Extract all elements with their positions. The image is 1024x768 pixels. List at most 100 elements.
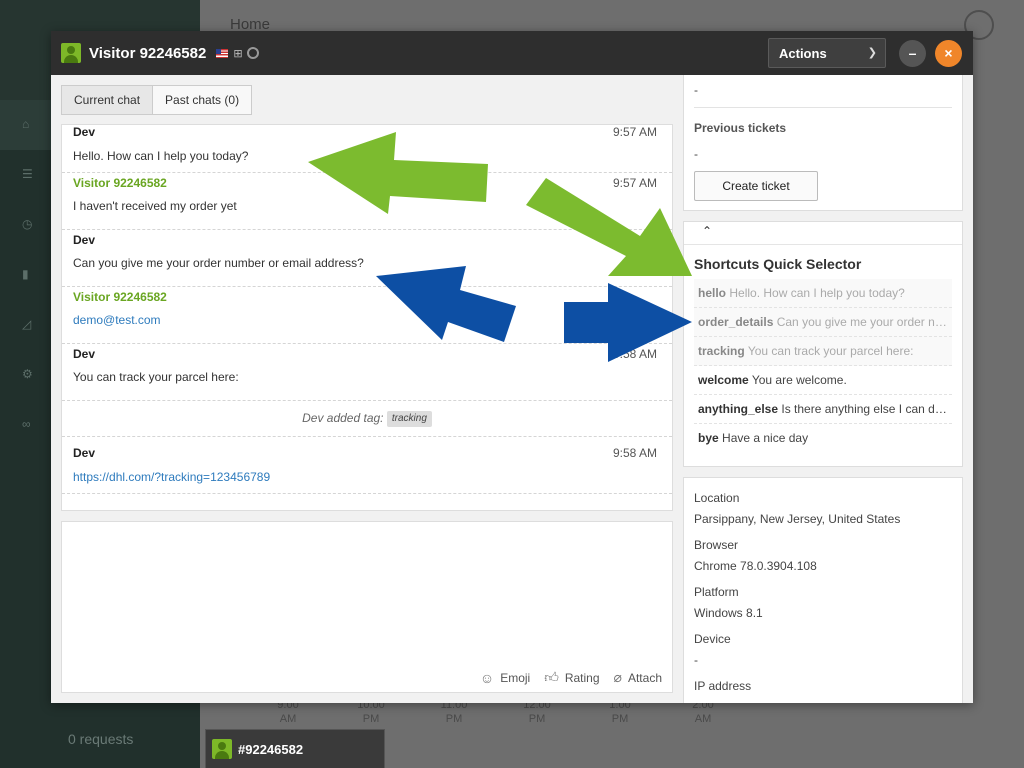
- device-value: -: [694, 653, 698, 667]
- actions-label: Actions: [779, 45, 827, 61]
- shortcut-item-anything-else[interactable]: anything_else Is there anything else I c…: [694, 395, 952, 424]
- message-time: 9:58 AM: [612, 347, 657, 361]
- us-flag-icon: [216, 48, 229, 58]
- message-list: Dev 9:57 AM Hello. How can I help you to…: [61, 124, 673, 511]
- message-item: Dev 9:58 AM https://dhl.com/?tracking=12…: [62, 437, 672, 494]
- shortcut-key: bye: [698, 431, 719, 445]
- bar-chart-icon: ▮: [22, 267, 29, 281]
- create-ticket-button[interactable]: Create ticket: [694, 171, 818, 201]
- ticket-value: -: [694, 83, 698, 97]
- previous-tickets-value: -: [694, 147, 698, 161]
- system-message: Dev added tag: tracking: [62, 401, 672, 437]
- location-label: Location: [694, 491, 740, 505]
- chat-window: Visitor 92246582 ⊞ Actions ❯ – × Current…: [51, 31, 973, 703]
- shortcut-item-order-details[interactable]: order_details Can you give me your order…: [694, 308, 952, 337]
- shortcut-text: You can track your parcel here:: [747, 344, 914, 358]
- ip-address-label: IP address: [694, 679, 752, 693]
- browser-label: Browser: [694, 538, 739, 552]
- chevron-down-icon: ❯: [867, 47, 877, 59]
- browser-icon: [246, 47, 259, 59]
- divider: [684, 244, 962, 245]
- shortcut-item-welcome[interactable]: welcome You are welcome.: [694, 366, 952, 395]
- minimize-button[interactable]: –: [899, 40, 926, 67]
- shortcuts-title: Shortcuts Quick Selector: [694, 256, 862, 272]
- system-message-text: Dev added tag:: [302, 411, 384, 425]
- emoji-label: Emoji: [500, 670, 531, 685]
- emoji-icon: ☺: [479, 669, 495, 686]
- message-item: Dev 9:57 AM Hello. How can I help you to…: [62, 125, 672, 173]
- shortcut-key: hello: [698, 286, 727, 300]
- message-author: Visitor 92246582: [73, 176, 167, 190]
- attach-button[interactable]: ⌀ Attach: [614, 669, 662, 686]
- gear-icon: ⚙: [22, 367, 33, 381]
- message-item: Dev 9:58 AM You can track your parcel he…: [62, 344, 672, 401]
- message-item: Visitor 92246582 demo@test.com: [62, 287, 672, 344]
- message-email-link[interactable]: demo@test.com: [73, 313, 161, 327]
- message-time: 9:57 AM: [612, 176, 657, 190]
- shortcut-key: welcome: [698, 373, 749, 387]
- users-icon: ☰: [22, 167, 33, 181]
- collapse-chevron-icon[interactable]: ⌃: [702, 224, 712, 238]
- composer-toolbar: ☺ Emoji 👍︎ Rating ⌀ Attach: [480, 669, 662, 686]
- shortcut-text: Have a nice day: [722, 431, 809, 445]
- shortcut-item-hello[interactable]: hello Hello. How can I help you today?: [694, 279, 952, 308]
- chat-window-title: Visitor 92246582: [89, 44, 207, 62]
- thumbs-up-icon: 👍︎: [544, 669, 559, 685]
- shortcut-text: You are welcome.: [751, 373, 847, 387]
- minimized-chat-tab[interactable]: #92246582: [205, 729, 385, 768]
- emoji-button[interactable]: ☺ Emoji: [480, 670, 530, 686]
- rating-label: Rating: [564, 670, 600, 685]
- requests-count: 0 requests: [68, 731, 134, 747]
- message-item: Visitor 92246582 9:57 AM I haven't recei…: [62, 173, 672, 230]
- message-author: Dev: [73, 446, 96, 460]
- tickets-panel: - Previous tickets - Create ticket: [683, 75, 963, 211]
- link-icon: ∞: [22, 417, 31, 431]
- actions-dropdown[interactable]: Actions ❯: [768, 38, 886, 68]
- close-button[interactable]: ×: [935, 40, 962, 67]
- shortcut-text: Hello. How can I help you today?: [729, 286, 905, 300]
- chat-window-header: Visitor 92246582 ⊞ Actions ❯ – ×: [51, 31, 973, 75]
- visitor-info-panel: Location Parsippany, New Jersey, United …: [683, 477, 963, 703]
- paperclip-icon: ⌀: [613, 669, 622, 685]
- shortcut-key: anything_else: [698, 402, 779, 416]
- line-chart-icon: ◿: [22, 317, 32, 331]
- visitor-avatar-icon: [61, 43, 81, 63]
- message-author: Dev: [73, 347, 96, 361]
- windows-icon: ⊞: [233, 47, 243, 60]
- visitor-avatar-icon: [212, 739, 232, 759]
- tab-current-chat[interactable]: Current chat: [61, 85, 154, 115]
- message-time: 9:57 AM: [612, 125, 657, 139]
- message-item: Dev Can you give me your order number or…: [62, 230, 672, 287]
- previous-tickets-label: Previous tickets: [694, 121, 787, 135]
- message-author: Visitor 92246582: [73, 290, 167, 304]
- chat-tab-label: #92246582: [238, 741, 304, 757]
- tab-past-chats[interactable]: Past chats (0): [153, 85, 253, 115]
- message-time: 9:58 AM: [612, 446, 657, 460]
- shortcuts-list: hello Hello. How can I help you today? o…: [694, 279, 952, 453]
- rating-button[interactable]: 👍︎ Rating: [544, 669, 599, 686]
- message-text: You can track your parcel here:: [73, 370, 239, 384]
- shortcut-item-tracking[interactable]: tracking You can track your parcel here:: [694, 337, 952, 366]
- message-author: Dev: [73, 233, 96, 247]
- shortcut-text: Can you give me your order number or ema…: [776, 315, 952, 329]
- shortcut-key: order_details: [698, 315, 774, 329]
- tag-badge: tracking: [386, 410, 432, 427]
- location-value: Parsippany, New Jersey, United States: [694, 512, 901, 526]
- divider: [694, 107, 952, 108]
- device-label: Device: [694, 632, 731, 646]
- message-text: I haven't received my order yet: [73, 199, 237, 213]
- tracking-link[interactable]: https://dhl.com/?tracking=123456789: [73, 470, 270, 484]
- platform-label: Platform: [694, 585, 739, 599]
- attach-label: Attach: [627, 670, 662, 685]
- message-composer[interactable]: ☺ Emoji 👍︎ Rating ⌀ Attach: [61, 521, 673, 693]
- browser-value: Chrome 78.0.3904.108: [694, 559, 817, 573]
- chat-tabs: Current chat Past chats (0): [61, 85, 253, 115]
- message-author: Dev: [73, 125, 96, 139]
- home-icon: ⌂: [22, 117, 30, 131]
- clock-icon: ◷: [22, 217, 33, 231]
- shortcut-item-bye[interactable]: bye Have a nice day: [694, 424, 952, 453]
- shortcut-key: tracking: [698, 344, 745, 358]
- shortcut-text: Is there anything else I can do for you?: [781, 402, 952, 416]
- message-text: Can you give me your order number or ema…: [73, 256, 364, 270]
- platform-value: Windows 8.1: [694, 606, 763, 620]
